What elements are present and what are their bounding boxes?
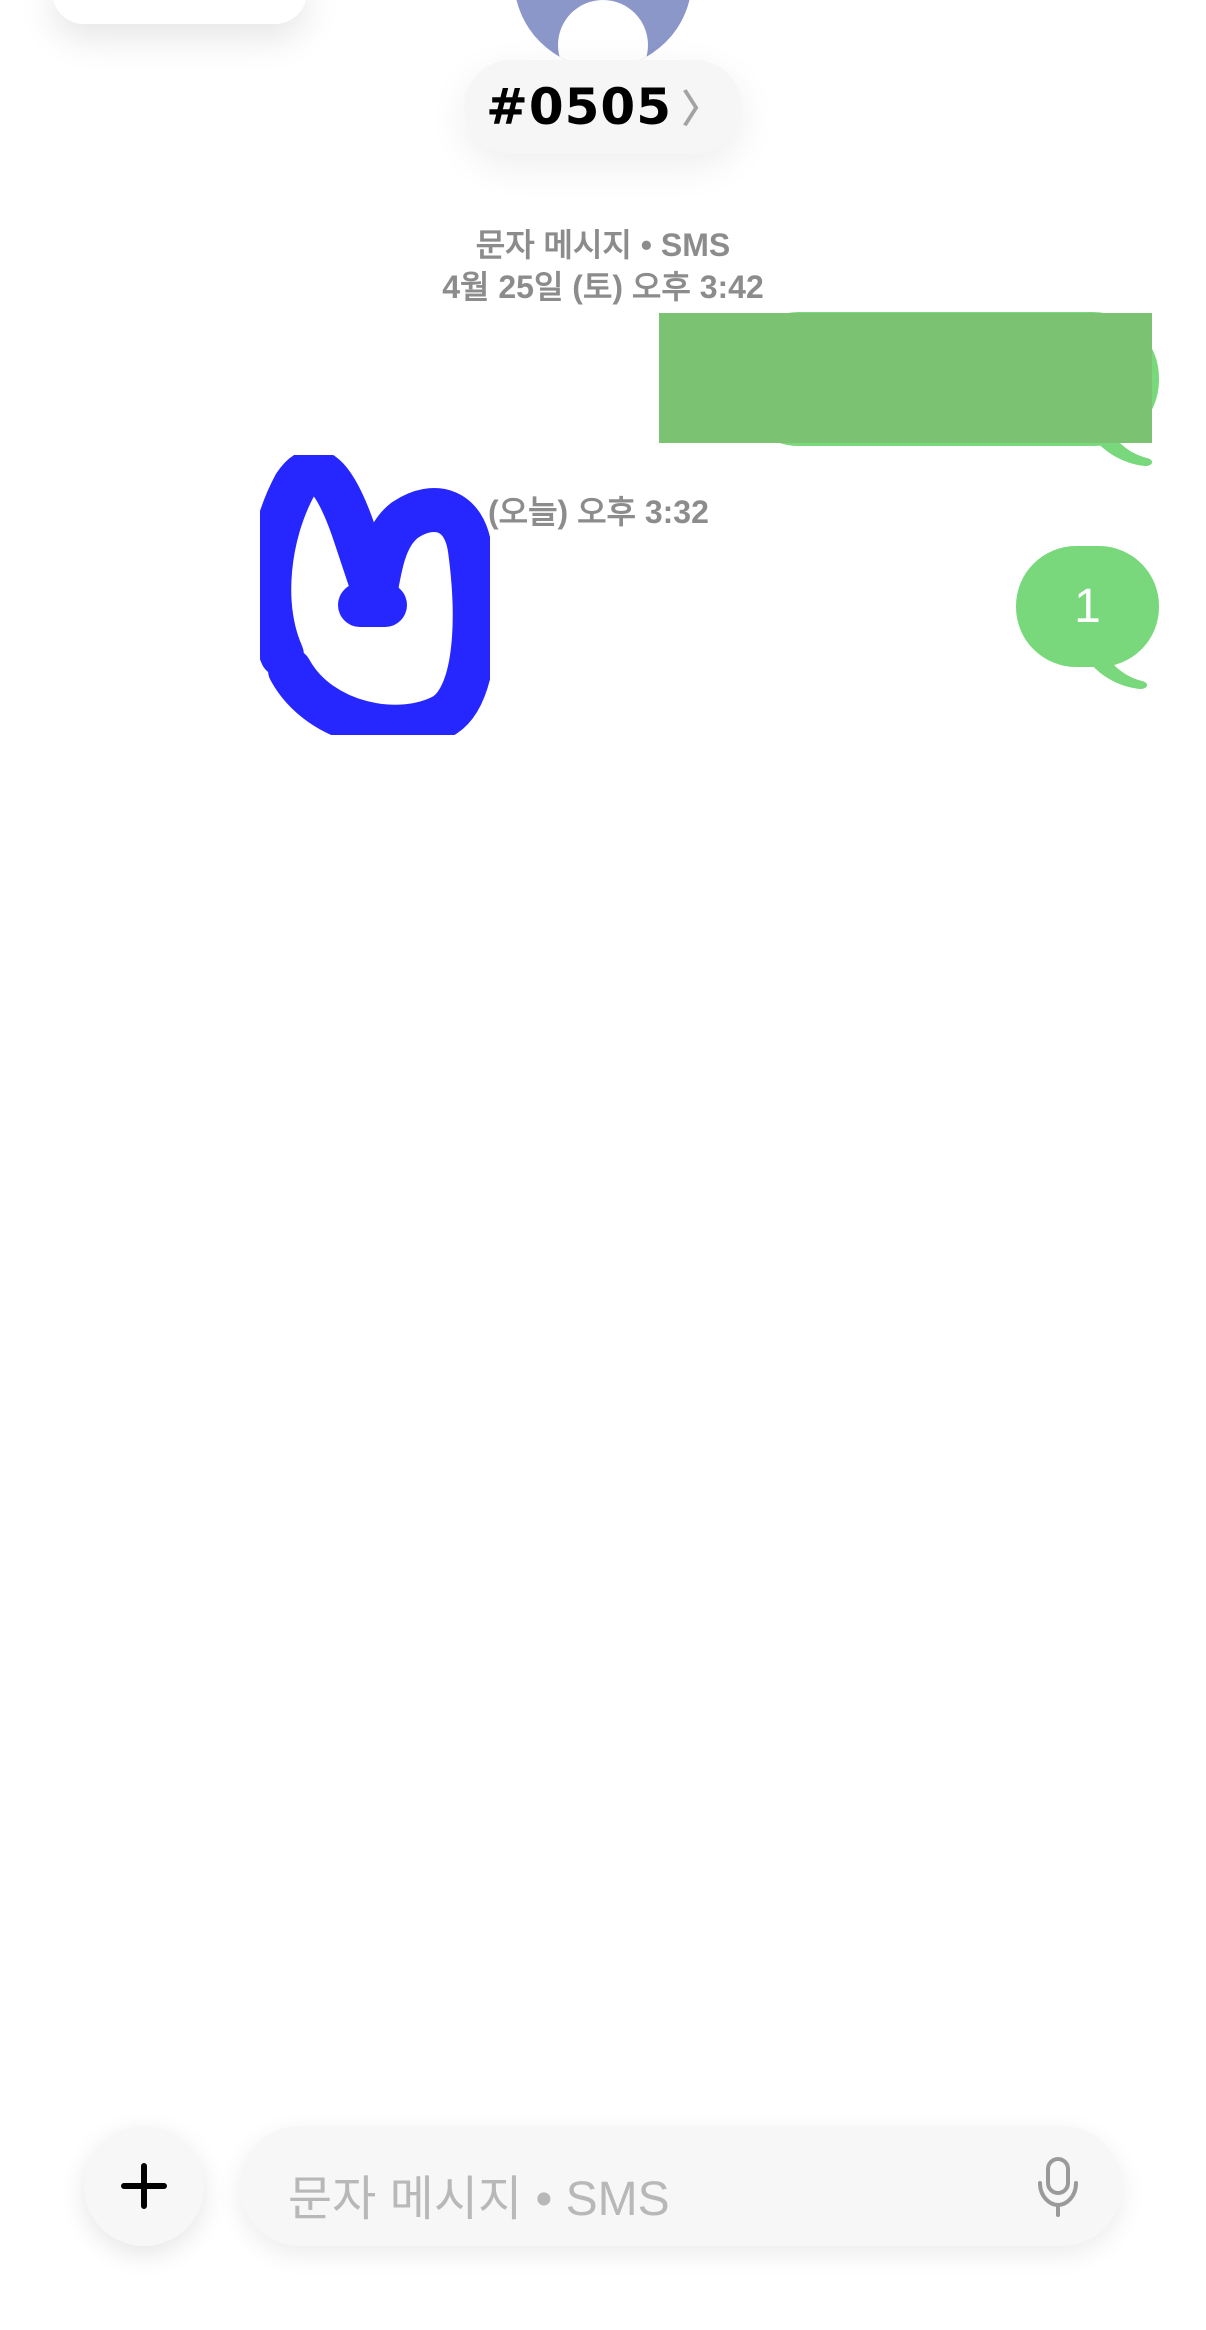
contact-name: #0505	[485, 78, 673, 136]
redaction-overlay	[659, 313, 1152, 443]
back-button[interactable]	[52, 0, 307, 24]
time-divider: (오늘) 오후 3:32	[488, 494, 709, 530]
chevron-right-icon: 〉	[682, 86, 721, 131]
thread-timestamp: 4월 25일 (토) 오후 3:42	[442, 269, 764, 305]
add-attachment-button[interactable]	[84, 2126, 204, 2246]
bubble-tail	[1090, 625, 1148, 689]
thread-service-label: 문자 메시지 • SMS	[475, 227, 731, 263]
person-icon	[558, 0, 648, 68]
contact-name-pill[interactable]: #0505 〉	[464, 60, 742, 154]
message-input-placeholder: 문자 메시지 • SMS	[288, 2173, 670, 2226]
plus-icon	[121, 2163, 167, 2209]
contact-avatar[interactable]	[514, 0, 692, 68]
microphone-icon[interactable]	[1034, 2157, 1082, 2217]
message-input[interactable]: 문자 메시지 • SMS	[240, 2126, 1122, 2246]
scribble-annotation	[260, 455, 490, 735]
